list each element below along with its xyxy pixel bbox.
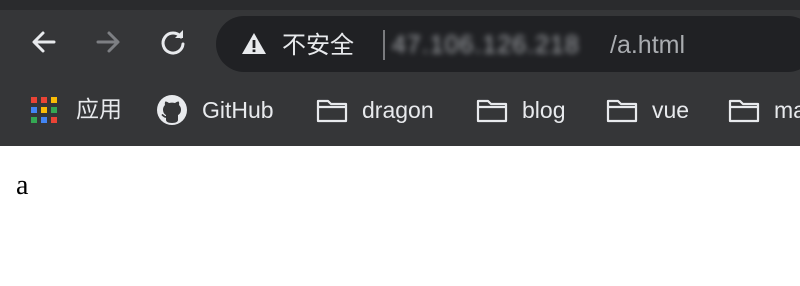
tab-strip-edge [0, 0, 800, 10]
folder-icon [476, 99, 508, 123]
bookmark-label: 应用 [76, 97, 122, 123]
bookmark-label: GitHub [202, 97, 274, 123]
folder-icon [606, 99, 638, 123]
folder-icon [728, 99, 760, 123]
apps-grid-icon [31, 97, 57, 123]
back-button[interactable] [26, 24, 62, 60]
url-host-obscured[interactable]: 47.106.126.218 [392, 29, 580, 61]
bookmark-apps[interactable]: 应用 [30, 92, 122, 128]
address-bar[interactable]: 不安全 47.106.126.218 /a.html [216, 16, 800, 72]
bookmark-folder-dragon[interactable]: dragon [316, 92, 434, 128]
bookmark-label: blog [522, 97, 566, 123]
bookmark-label: dragon [362, 97, 434, 123]
browser-chrome: 不安全 47.106.126.218 /a.html 应用 GitHub dra… [0, 0, 800, 146]
reload-button[interactable] [155, 24, 191, 60]
bookmarks-bar: 应用 GitHub dragon blog vue ma [0, 86, 800, 136]
bookmark-label: ma [774, 97, 800, 123]
browser-toolbar: 不安全 47.106.126.218 /a.html [0, 10, 800, 78]
forward-button[interactable] [90, 24, 126, 60]
bookmark-folder-blog[interactable]: blog [476, 92, 565, 128]
folder-icon [316, 99, 348, 123]
github-icon [157, 95, 187, 125]
address-separator [383, 30, 385, 60]
bookmark-github[interactable]: GitHub [156, 92, 274, 128]
bookmark-folder-ma[interactable]: ma [728, 92, 800, 128]
bookmark-folder-vue[interactable]: vue [606, 92, 689, 128]
reload-icon [161, 30, 185, 55]
warning-triangle-icon[interactable] [240, 30, 268, 58]
bookmark-label: vue [652, 97, 690, 123]
arrow-right-icon [96, 31, 120, 53]
arrow-left-icon [32, 31, 56, 53]
page-body-text: a [16, 170, 29, 201]
security-status-text[interactable]: 不安全 [282, 30, 354, 60]
url-path[interactable]: /a.html [610, 29, 685, 61]
page-content: a [0, 146, 800, 286]
